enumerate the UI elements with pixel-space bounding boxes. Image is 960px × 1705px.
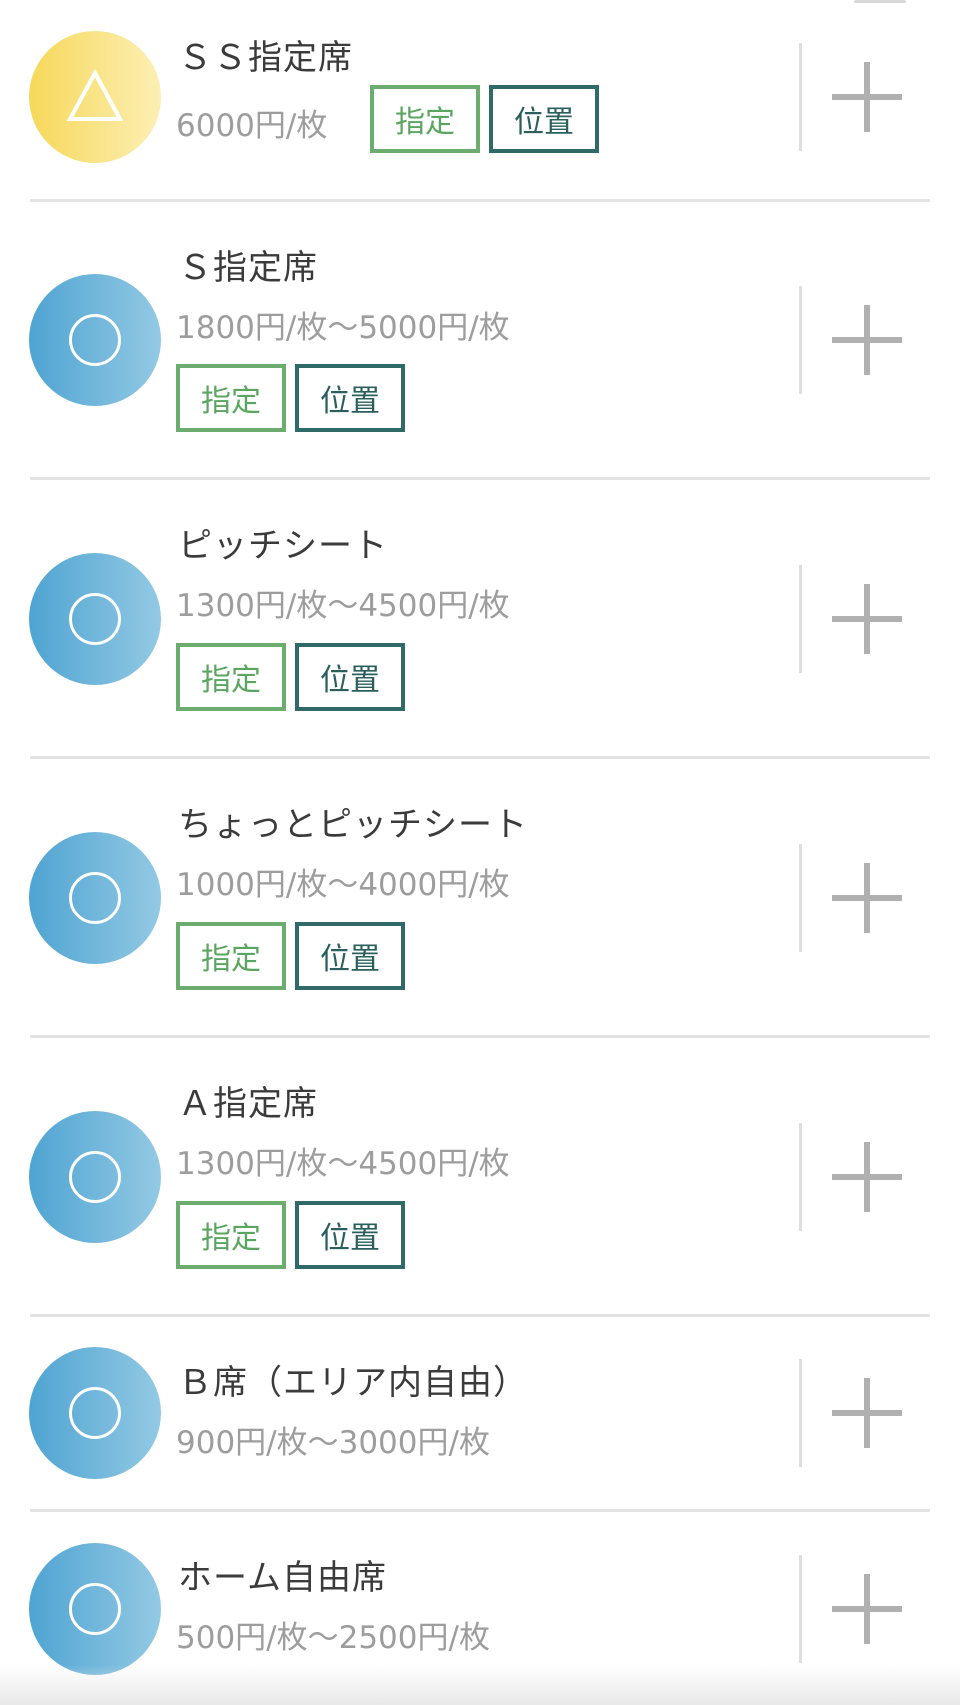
availability-circle-icon — [29, 1111, 161, 1243]
designated-tag[interactable]: 指定 — [176, 643, 286, 711]
add-button[interactable] — [832, 1378, 902, 1448]
bottom-scroll-shadow — [0, 1665, 960, 1705]
add-button[interactable] — [832, 1574, 902, 1644]
designated-tag[interactable]: 指定 — [176, 922, 286, 990]
header-edge — [854, 0, 906, 3]
seat-name: ＳＳ指定席 — [178, 38, 353, 78]
row-separator — [799, 43, 802, 151]
row-divider — [30, 1509, 930, 1512]
seat-price: 900円/枚～3000円/枚 — [176, 1425, 490, 1461]
row-separator — [799, 1359, 802, 1467]
add-button[interactable] — [832, 62, 902, 132]
seat-name: ちょっとピッチシート — [178, 805, 528, 845]
location-tag[interactable]: 位置 — [295, 643, 405, 711]
seat-name: Ｓ指定席 — [178, 248, 318, 288]
availability-triangle-icon — [29, 31, 161, 163]
seat-price: 6000円/枚 — [176, 108, 328, 144]
seat-name: ピッチシート — [178, 526, 388, 566]
seat-price: 1000円/枚～4000円/枚 — [176, 867, 510, 903]
location-tag[interactable]: 位置 — [489, 85, 599, 153]
row-separator — [799, 1123, 802, 1231]
row-divider — [30, 1035, 930, 1038]
row-divider — [30, 199, 930, 202]
seat-price: 1800円/枚～5000円/枚 — [176, 310, 510, 346]
row-divider — [30, 756, 930, 759]
add-button[interactable] — [832, 1142, 902, 1212]
availability-circle-icon — [29, 832, 161, 964]
designated-tag[interactable]: 指定 — [176, 364, 286, 432]
availability-circle-icon — [29, 1543, 161, 1675]
location-tag[interactable]: 位置 — [295, 1201, 405, 1269]
designated-tag[interactable]: 指定 — [176, 1201, 286, 1269]
location-tag[interactable]: 位置 — [295, 922, 405, 990]
availability-circle-icon — [29, 1347, 161, 1479]
add-button[interactable] — [832, 305, 902, 375]
row-divider — [30, 1314, 930, 1317]
availability-circle-icon — [29, 553, 161, 685]
row-separator — [799, 286, 802, 394]
add-button[interactable] — [832, 584, 902, 654]
add-button[interactable] — [832, 863, 902, 933]
row-divider — [30, 477, 930, 480]
seat-price: 1300円/枚～4500円/枚 — [176, 588, 510, 624]
seat-price: 500円/枚～2500円/枚 — [176, 1620, 490, 1656]
seat-list-page: ＳＳ指定席 6000円/枚 指定 位置 Ｓ指定席 1800円/枚～5000円/枚… — [0, 0, 960, 1705]
location-tag[interactable]: 位置 — [295, 364, 405, 432]
row-separator — [799, 565, 802, 673]
availability-circle-icon — [29, 274, 161, 406]
seat-name: Ａ指定席 — [178, 1084, 318, 1124]
seat-name: Ｂ席（エリア内自由） — [178, 1363, 528, 1403]
row-separator — [799, 1555, 802, 1663]
seat-price: 1300円/枚～4500円/枚 — [176, 1146, 510, 1182]
row-separator — [799, 844, 802, 952]
designated-tag[interactable]: 指定 — [370, 85, 480, 153]
seat-name: ホーム自由席 — [178, 1558, 387, 1598]
